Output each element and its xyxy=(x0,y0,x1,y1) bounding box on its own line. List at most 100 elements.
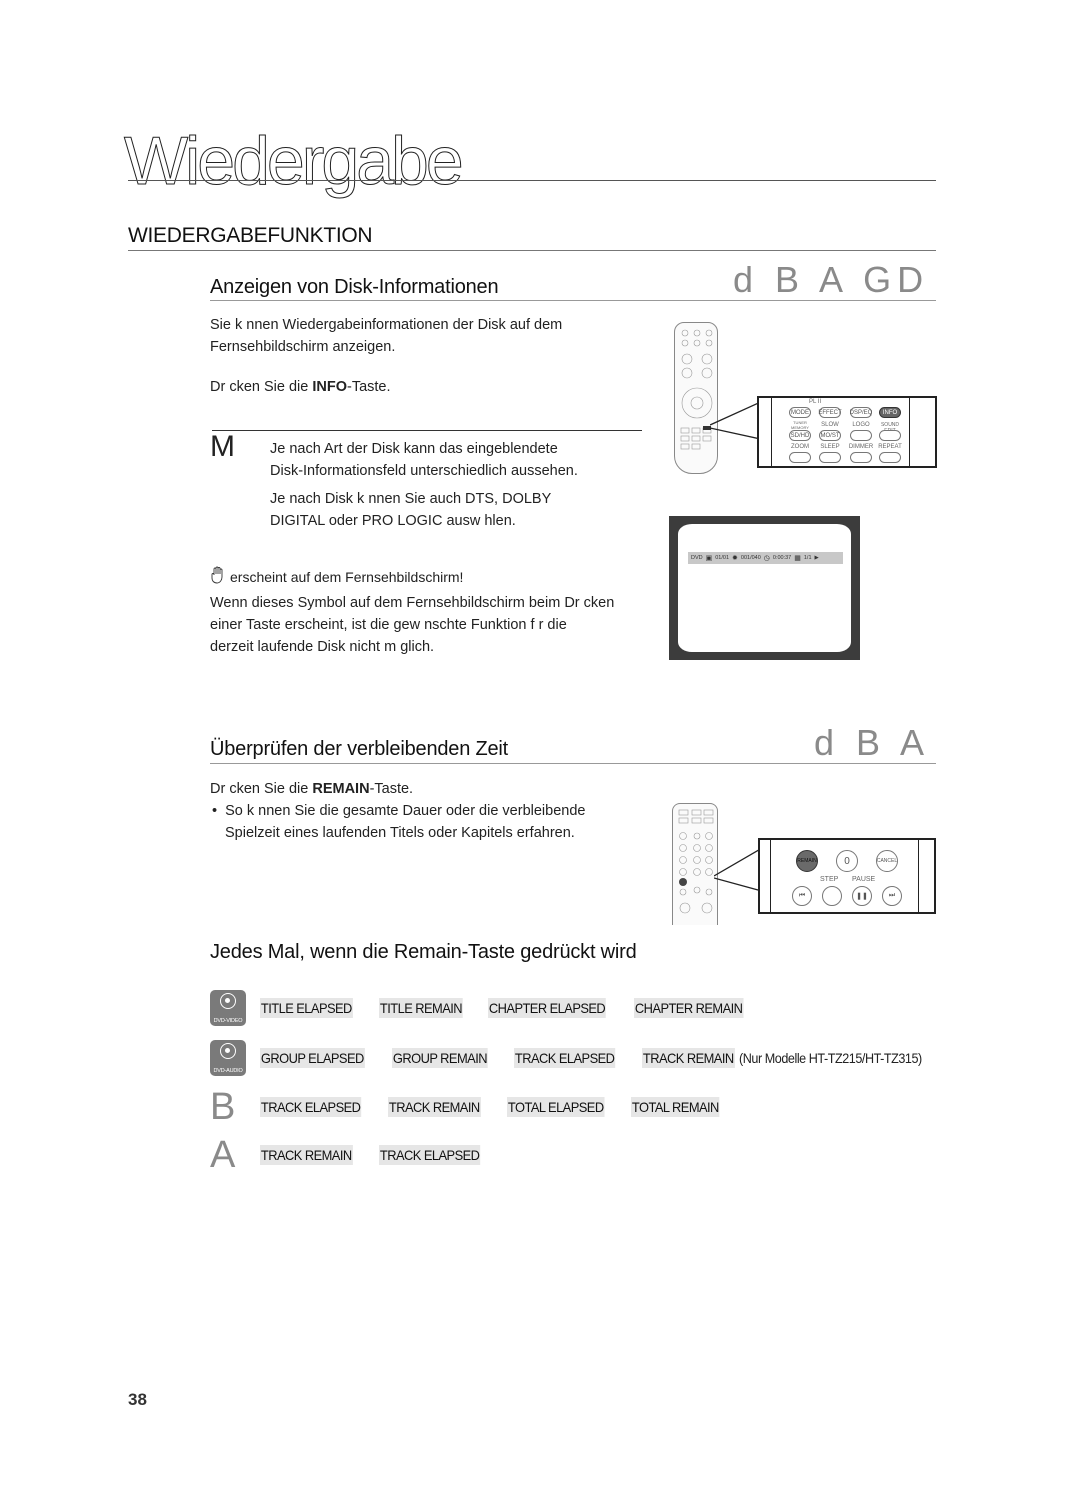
osd-time: 0:00:37 xyxy=(772,555,792,561)
note-divider xyxy=(212,430,642,431)
instruction-suffix: -Taste. xyxy=(347,379,391,395)
bullet-text: So k nnen Sie die gesamte Dauer oder die… xyxy=(225,803,586,819)
remote-label: DIMMER xyxy=(848,444,874,450)
title-icon: ▣ xyxy=(705,555,713,562)
mode-chip: GROUP REMAIN xyxy=(391,1048,488,1068)
section-title: WIEDERGABEFUNKTION xyxy=(128,224,373,247)
chapter-divider xyxy=(128,180,936,181)
note-line: Je nach Disk k nnen Sie auch DTS, DOLBY xyxy=(270,491,552,507)
tv-screen-inner: DVD ▣ 01/01 ✹ 001/040 ◷ 0:00:37 ▦ 1/1 ▶ xyxy=(678,524,851,652)
remote-label: LOGO xyxy=(852,422,870,428)
intro-text: Sie k nnen Wiedergabeinformationen der D… xyxy=(210,314,562,358)
remote-button-mode: MODE xyxy=(789,407,811,418)
symbol-heading: erscheint auf dem Fernsehbildschirm! xyxy=(210,566,463,588)
dvd-video-disc-icon: DVD-VIDEO xyxy=(210,990,246,1026)
remote-button-step xyxy=(822,886,842,906)
remote-button-skip-forward: ⏭ xyxy=(882,886,902,906)
remote-label: TUNER MEMORY xyxy=(791,420,809,430)
remote-buttons-graphic xyxy=(678,809,714,914)
mode-chip: TOTAL REMAIN xyxy=(630,1097,720,1117)
remote-button-logo xyxy=(850,430,872,441)
disc-type-codes: d B A GD xyxy=(733,259,930,300)
remote-button-dsp-eq: DSP/EQ xyxy=(850,407,872,418)
note-line: Disk-Informationsfeld unterschiedlich au… xyxy=(270,463,578,479)
remote-button-zero: 0 xyxy=(836,850,858,872)
remote-button-skip-back: ⏮ xyxy=(792,886,812,906)
osd-info-bar: DVD ▣ 01/01 ✹ 001/040 ◷ 0:00:37 ▦ 1/1 ▶ xyxy=(688,552,843,564)
sequence-row-a: A TRACK REMAIN TRACK ELAPSED xyxy=(210,1134,507,1176)
hand-stop-icon xyxy=(210,566,226,584)
skip-back-icon: ⏮ xyxy=(798,892,806,899)
pl2-label: PL II xyxy=(809,399,822,405)
key-name: INFO xyxy=(312,379,347,395)
sequence-row-dvd-audio: DVD-AUDIO GROUP ELAPSED GROUP REMAIN TRA… xyxy=(210,1040,942,1076)
remote-control-illustration xyxy=(672,803,718,925)
osd-angle: 1/1 xyxy=(803,555,812,561)
intro-line: Sie k nnen Wiedergabeinformationen der D… xyxy=(210,317,563,333)
remote-button-repeat xyxy=(879,452,901,463)
instruction-prefix: Dr cken Sie die xyxy=(210,379,313,395)
remote-button-dimmer xyxy=(850,452,872,463)
model-note: (Nur Modelle HT-TZ215/HT-TZ315) xyxy=(738,1050,922,1066)
remote-button-info-highlighted: INFO xyxy=(879,407,901,418)
remote-button-remain-highlighted: REMAIN xyxy=(796,850,818,872)
mode-chip: CHAPTER REMAIN xyxy=(634,998,744,1018)
mode-chip: CHAPTER ELAPSED xyxy=(488,998,607,1018)
remote-button-sound-edit xyxy=(879,430,901,441)
remote-label: REPEAT xyxy=(878,444,902,450)
instruction-prefix: Dr cken Sie die xyxy=(210,781,313,797)
page-number: 38 xyxy=(128,1390,147,1409)
osd-chapter: 001/040 xyxy=(740,555,761,561)
mode-chip: TRACK REMAIN xyxy=(642,1048,735,1068)
remote-button-sd-hd: SD/HD xyxy=(789,430,811,441)
remote-button-zoom xyxy=(789,452,811,463)
mode-chip: TOTAL ELAPSED xyxy=(506,1097,605,1117)
remote-button-sleep xyxy=(819,452,841,463)
note-line: Je nach Art der Disk kann das eingeblend… xyxy=(270,441,558,457)
section-divider xyxy=(128,250,936,251)
tv-screen-illustration: DVD ▣ 01/01 ✹ 001/040 ◷ 0:00:37 ▦ 1/1 ▶ xyxy=(669,516,860,660)
instruction-suffix: -Taste. xyxy=(369,781,414,797)
disc-type-letter: A xyxy=(210,1134,236,1176)
remain-bullet: • So k nnen Sie die gesamte Dauer oder d… xyxy=(212,800,585,844)
remote-zoom-panel-remain: REMAIN 0 CANCEL STEP PAUSE ⏮ ❚❚ ⏭ xyxy=(758,838,936,914)
mode-chip: TRACK ELAPSED xyxy=(378,1145,480,1165)
intro-line: Fernsehbildschirm anzeigen. xyxy=(210,339,396,355)
mode-chip: GROUP ELAPSED xyxy=(260,1048,365,1068)
play-icon: ▶ xyxy=(814,555,819,561)
mode-chip: TRACK ELAPSED xyxy=(514,1048,616,1068)
subsection-divider xyxy=(210,300,936,301)
mode-chip: TRACK ELAPSED xyxy=(260,1097,362,1117)
key-name: REMAIN xyxy=(312,781,370,797)
mode-chip: TRACK REMAIN xyxy=(260,1145,353,1165)
bullet-icon: • xyxy=(212,803,226,819)
step-label: STEP xyxy=(820,876,839,883)
remote-label: SLOW xyxy=(821,422,839,428)
symbol-description: Wenn dieses Symbol auf dem Fernsehbildsc… xyxy=(210,592,614,658)
mode-chip: TITLE ELAPSED xyxy=(260,998,353,1018)
subsection-title-remaining-time: Überprüfen der verbleibenden Zeit xyxy=(210,738,509,760)
mode-chip: TITLE REMAIN xyxy=(378,998,463,1018)
remote-label: ZOOM xyxy=(791,444,809,450)
remote-label: SLEEP xyxy=(820,444,840,450)
remote-button-mo-st: MO/ST xyxy=(819,430,841,441)
osd-disc-type: DVD xyxy=(691,555,703,561)
sequence-row-b: B TRACK ELAPSED TRACK REMAIN TOTAL ELAPS… xyxy=(210,1086,745,1128)
disc-type-letter: B xyxy=(210,1086,236,1128)
remote-button-effect: EFFECT xyxy=(818,407,842,418)
bullet-line: • So k nnen Sie die gesamte Dauer oder d… xyxy=(212,800,585,822)
press-info-instruction: Dr cken Sie die INFO-Taste. xyxy=(210,376,391,398)
mode-chip: TRACK REMAIN xyxy=(388,1097,481,1117)
chapter-title: Wiedergabe xyxy=(124,123,465,200)
remote-button-cancel: CANCEL xyxy=(876,850,898,872)
symbol-line: einer Taste erscheint, ist die gew nscht… xyxy=(210,617,567,633)
skip-forward-icon: ⏭ xyxy=(888,892,896,899)
osd-title: 01/01 xyxy=(715,555,730,561)
pause-label: PAUSE xyxy=(852,876,876,883)
symbol-line: derzeit laufende Disk nicht m glich. xyxy=(210,639,435,655)
bullet-text: Spielzeit eines laufenden Titels oder Ka… xyxy=(225,825,575,841)
subsection-title-disk-info: Anzeigen von Disk-Informationen xyxy=(210,276,499,298)
note-text: Je nach Art der Disk kann das eingeblend… xyxy=(270,438,578,532)
sequence-row-dvd-video: DVD-VIDEO TITLE ELAPSED TITLE REMAIN CHA… xyxy=(210,990,771,1026)
symbol-line: Wenn dieses Symbol auf dem Fernsehbildsc… xyxy=(210,595,615,611)
